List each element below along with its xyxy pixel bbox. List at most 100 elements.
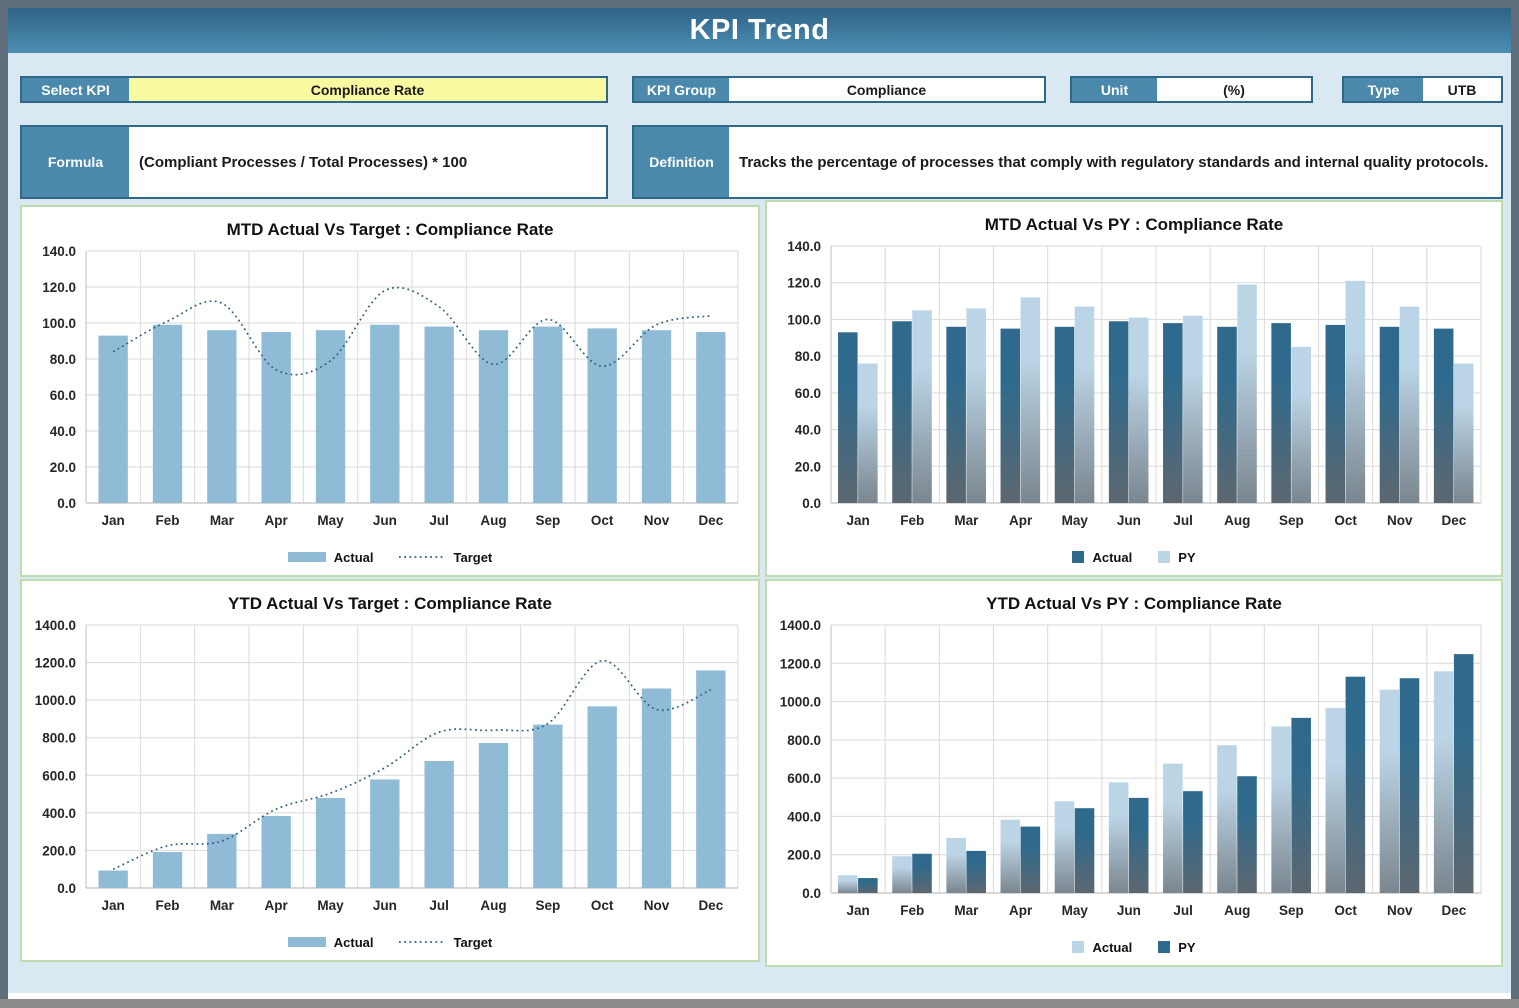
bar-actual-jun	[1109, 782, 1129, 893]
bar-actual-mar	[207, 834, 236, 888]
select-kpi-value[interactable]: Compliance Rate	[129, 78, 606, 101]
svg-text:Dec: Dec	[698, 513, 723, 528]
kpi-group-field: KPI Group Compliance	[632, 76, 1046, 103]
svg-text:Oct: Oct	[591, 513, 614, 528]
bar-actual-jul	[424, 327, 453, 503]
svg-text:Oct: Oct	[1334, 903, 1357, 918]
svg-text:100.0: 100.0	[42, 316, 76, 331]
bar-actual-jul	[424, 761, 453, 888]
svg-text:140.0: 140.0	[42, 244, 76, 259]
svg-text:Sep: Sep	[1279, 903, 1304, 918]
window-border-left	[0, 0, 8, 1008]
svg-text:Feb: Feb	[900, 513, 924, 528]
legend-label: Actual	[334, 550, 374, 565]
chart-svg: 0.0200.0400.0600.0800.01000.01200.01400.…	[767, 617, 1497, 925]
chart-panel-ytd-actual-vs-py: YTD Actual Vs PY : Compliance Rate0.0200…	[765, 579, 1503, 967]
legend-swatch-line	[399, 937, 445, 947]
legend-item-actual: Actual	[288, 550, 374, 565]
svg-text:Oct: Oct	[591, 898, 614, 913]
select-kpi-label: Select KPI	[22, 78, 129, 101]
bar-actual-feb	[892, 856, 912, 893]
chart-title: MTD Actual Vs PY : Compliance Rate	[767, 202, 1501, 238]
bar-actual-feb	[153, 325, 182, 503]
svg-text:Dec: Dec	[1442, 903, 1467, 918]
svg-text:Jun: Jun	[1117, 903, 1141, 918]
bar-py-mar	[966, 308, 986, 503]
svg-text:400.0: 400.0	[787, 809, 821, 824]
unit-label: Unit	[1072, 78, 1157, 101]
bar-py-sep	[1291, 347, 1311, 503]
legend-label: Actual	[1092, 550, 1132, 565]
svg-text:1400.0: 1400.0	[780, 618, 821, 633]
chart-title: YTD Actual Vs Target : Compliance Rate	[22, 581, 758, 617]
svg-text:Jun: Jun	[373, 898, 397, 913]
svg-text:20.0: 20.0	[795, 459, 821, 474]
chart-plot-area: 0.020.040.060.080.0100.0120.0140.0JanFeb…	[767, 238, 1501, 539]
bar-py-aug	[1237, 285, 1257, 503]
svg-text:0.0: 0.0	[57, 496, 76, 511]
window-border-right	[1511, 0, 1519, 1008]
svg-text:20.0: 20.0	[50, 460, 76, 475]
unit-value: (%)	[1157, 78, 1311, 101]
titlebar: KPI Trend	[8, 8, 1511, 53]
bar-py-apr	[1021, 827, 1041, 893]
svg-text:May: May	[1062, 903, 1089, 918]
svg-text:Nov: Nov	[1387, 903, 1413, 918]
bar-actual-oct	[1326, 325, 1346, 503]
bar-actual-aug	[1217, 327, 1237, 503]
select-kpi-field: Select KPI Compliance Rate	[20, 76, 608, 103]
chart-legend: ActualTarget	[22, 924, 758, 960]
svg-text:Jun: Jun	[373, 513, 397, 528]
svg-text:Dec: Dec	[1442, 513, 1467, 528]
svg-text:140.0: 140.0	[787, 239, 821, 254]
svg-text:Feb: Feb	[900, 903, 924, 918]
bar-actual-may	[316, 798, 345, 888]
window-border-top	[0, 0, 1519, 8]
bar-py-mar	[966, 851, 986, 893]
type-label: Type	[1344, 78, 1423, 101]
legend-item-target: Target	[399, 935, 492, 950]
bar-py-may	[1075, 808, 1095, 893]
bar-py-nov	[1400, 678, 1420, 893]
svg-text:Jan: Jan	[102, 513, 125, 528]
bar-actual-jan	[838, 332, 858, 503]
legend-item-py: PY	[1158, 940, 1195, 955]
definition-field: Definition Tracks the percentage of proc…	[632, 125, 1503, 199]
bar-actual-sep	[533, 327, 562, 503]
svg-text:80.0: 80.0	[50, 352, 76, 367]
bar-actual-feb	[892, 321, 912, 503]
bar-actual-mar	[946, 838, 966, 893]
bar-actual-oct	[587, 328, 616, 503]
svg-text:1200.0: 1200.0	[35, 656, 76, 671]
chart-svg: 0.020.040.060.080.0100.0120.0140.0JanFeb…	[22, 243, 754, 535]
svg-text:Jul: Jul	[1173, 513, 1193, 528]
svg-text:Dec: Dec	[698, 898, 723, 913]
svg-text:Apr: Apr	[1009, 513, 1033, 528]
bar-actual-sep	[1271, 323, 1291, 503]
bar-actual-nov	[642, 688, 671, 888]
bar-py-sep	[1291, 718, 1311, 893]
bar-actual-jan	[838, 875, 858, 893]
svg-text:Nov: Nov	[644, 513, 670, 528]
chart-legend: ActualTarget	[22, 539, 758, 575]
svg-text:Sep: Sep	[535, 898, 560, 913]
svg-text:Apr: Apr	[265, 513, 289, 528]
svg-text:Oct: Oct	[1334, 513, 1357, 528]
svg-text:100.0: 100.0	[787, 312, 821, 327]
bar-py-apr	[1021, 297, 1041, 503]
svg-text:Apr: Apr	[265, 898, 289, 913]
svg-text:Jan: Jan	[102, 898, 125, 913]
svg-text:Aug: Aug	[1224, 513, 1250, 528]
bar-actual-aug	[479, 330, 508, 503]
svg-text:0.0: 0.0	[57, 881, 76, 896]
chart-panel-ytd-actual-vs-target: YTD Actual Vs Target : Compliance Rate 0.…	[20, 579, 760, 962]
svg-text:Jul: Jul	[1173, 903, 1193, 918]
bar-actual-mar	[207, 330, 236, 503]
bar-actual-aug	[479, 743, 508, 888]
legend-swatch-bar	[288, 937, 326, 947]
bar-py-feb	[912, 310, 932, 503]
svg-text:60.0: 60.0	[50, 388, 76, 403]
chart-legend: ActualPY	[767, 929, 1501, 965]
type-value: UTB	[1423, 78, 1501, 101]
bar-py-jul	[1183, 316, 1203, 503]
